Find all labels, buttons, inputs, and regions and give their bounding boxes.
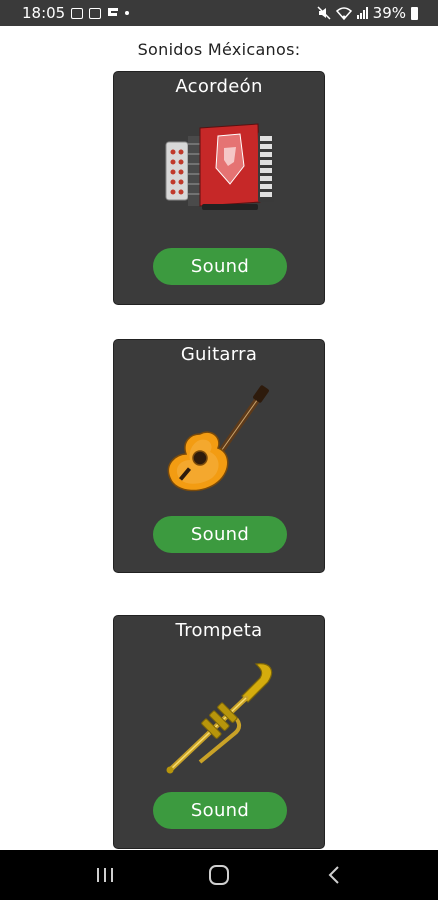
battery-percent: 39% bbox=[372, 4, 406, 22]
wifi-icon bbox=[335, 6, 352, 20]
sound-button[interactable]: Sound bbox=[153, 516, 287, 553]
instrument-card-trumpet: Trompeta Sound bbox=[113, 615, 325, 849]
battery-icon bbox=[411, 6, 418, 20]
mail-icon bbox=[89, 7, 102, 19]
signal-icon bbox=[356, 7, 368, 19]
notification-dot-icon bbox=[125, 11, 130, 15]
card-title: Acordeón bbox=[175, 76, 263, 97]
page-title: Sonidos Méxicanos: bbox=[137, 40, 301, 59]
home-icon bbox=[209, 865, 229, 885]
sound-button[interactable]: Sound bbox=[153, 248, 287, 285]
recent-apps-icon bbox=[97, 868, 113, 882]
instrument-card-accordion: Acordeón Sound bbox=[113, 71, 325, 305]
status-right: 39% bbox=[317, 0, 418, 26]
card-title: Trompeta bbox=[175, 620, 263, 641]
instrument-card-guitar: Guitarra Sound bbox=[113, 339, 325, 573]
flag-icon bbox=[108, 8, 119, 16]
status-bar: 18:05 39% bbox=[0, 0, 438, 26]
recent-apps-button[interactable] bbox=[75, 850, 135, 900]
back-icon bbox=[328, 866, 339, 884]
accordion-icon bbox=[165, 123, 274, 210]
status-left: 18:05 bbox=[22, 0, 130, 26]
system-nav-bar bbox=[0, 850, 438, 900]
trumpet-icon bbox=[166, 663, 273, 774]
image-icon bbox=[71, 7, 84, 19]
back-button[interactable] bbox=[304, 850, 364, 900]
mute-icon bbox=[317, 6, 331, 20]
home-button[interactable] bbox=[189, 850, 249, 900]
sound-button[interactable]: Sound bbox=[153, 792, 287, 829]
status-time: 18:05 bbox=[22, 4, 66, 22]
card-title: Guitarra bbox=[180, 344, 258, 365]
guitar-icon bbox=[167, 385, 269, 492]
